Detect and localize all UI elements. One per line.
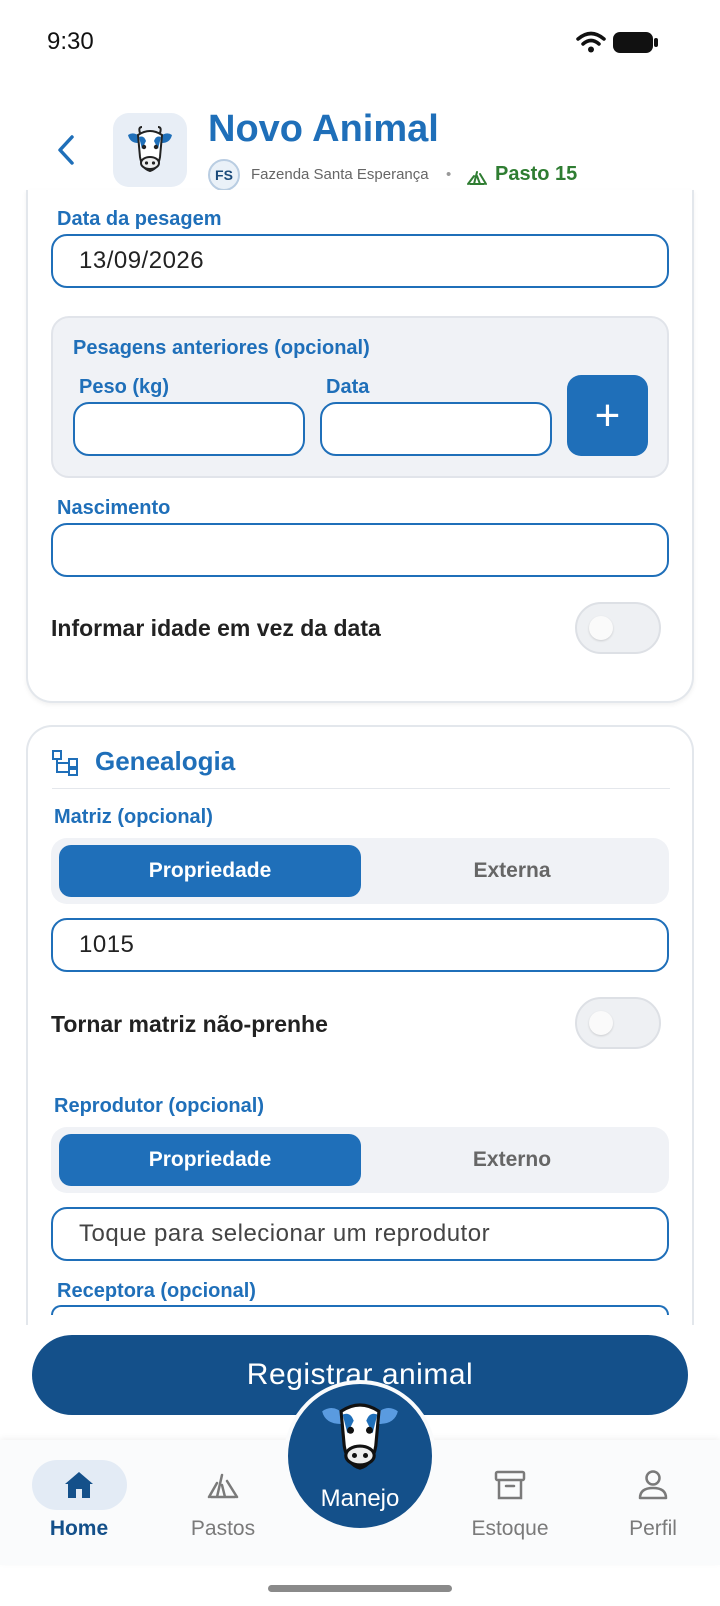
dam-option-externa[interactable]: Externa <box>361 845 663 897</box>
age-toggle[interactable] <box>575 602 661 654</box>
genealogy-title: Genealogia <box>95 746 236 776</box>
page-title: Novo Animal <box>208 108 439 150</box>
toggle-knob <box>589 616 613 640</box>
archive-icon[interactable] <box>492 1467 528 1503</box>
previous-weighings-title: Pesagens anteriores (opcional) <box>73 337 370 359</box>
weight-label: Peso (kg) <box>79 376 170 398</box>
birth-input[interactable] <box>51 523 669 577</box>
age-toggle-label: Informar idade em vez da data <box>51 615 381 641</box>
weighing-date-label: Data da pesagem <box>57 208 222 230</box>
app-logo <box>113 113 187 187</box>
sire-label: Reprodutor (opcional) <box>54 1095 264 1117</box>
nav-pastos-label[interactable]: Pastos <box>163 1517 283 1541</box>
farm-name: Fazenda Santa Esperança <box>251 166 429 183</box>
previous-date-input[interactable] <box>320 402 552 456</box>
sire-selector[interactable]: Toque para selecionar um reprodutor <box>51 1207 669 1261</box>
birth-label: Nascimento <box>57 497 171 519</box>
recipient-label: Receptora (opcional) <box>57 1280 256 1302</box>
farm-avatar: FS <box>208 159 240 191</box>
pasture-name[interactable]: Pasto 15 <box>495 163 577 186</box>
grass-icon[interactable] <box>205 1467 241 1503</box>
back-chevron-icon[interactable] <box>52 132 82 168</box>
nav-home-label[interactable]: Home <box>19 1517 139 1541</box>
nav-manejo-label[interactable]: Manejo <box>284 1485 436 1513</box>
cow-icon <box>128 126 172 173</box>
nav-perfil-label[interactable]: Perfil <box>593 1517 713 1541</box>
toggle-knob <box>589 1011 613 1035</box>
weighing-date-input[interactable]: 13/09/2026 <box>51 234 669 288</box>
status-time: 9:30 <box>47 28 94 55</box>
weight-input[interactable] <box>73 402 305 456</box>
person-icon[interactable] <box>635 1467 671 1503</box>
home-icon[interactable] <box>61 1467 97 1503</box>
non-pregnant-label: Tornar matriz não-prenhe <box>51 1011 328 1037</box>
sire-option-propriedade[interactable]: Propriedade <box>59 1134 361 1186</box>
cow-icon <box>322 1403 398 1470</box>
section-divider <box>52 788 670 789</box>
separator-dot: • <box>446 166 452 183</box>
dam-input[interactable]: 1015 <box>51 918 669 972</box>
nav-estoque-label[interactable]: Estoque <box>450 1517 570 1541</box>
battery-icon <box>613 32 658 53</box>
home-indicator <box>268 1585 452 1592</box>
family-tree-icon <box>52 750 78 776</box>
sire-option-externo[interactable]: Externo <box>361 1134 663 1186</box>
grass-icon <box>467 171 487 185</box>
dam-option-propriedade[interactable]: Propriedade <box>59 845 361 897</box>
recipient-input[interactable] <box>51 1305 669 1315</box>
non-pregnant-toggle[interactable] <box>575 997 661 1049</box>
add-weighing-button[interactable]: + <box>567 375 648 456</box>
wifi-icon <box>576 31 606 53</box>
dam-label: Matriz (opcional) <box>54 806 213 828</box>
sire-source-segmented: Propriedade Externo <box>51 1127 669 1193</box>
dam-source-segmented: Propriedade Externa <box>51 838 669 904</box>
previous-date-label: Data <box>326 376 370 398</box>
